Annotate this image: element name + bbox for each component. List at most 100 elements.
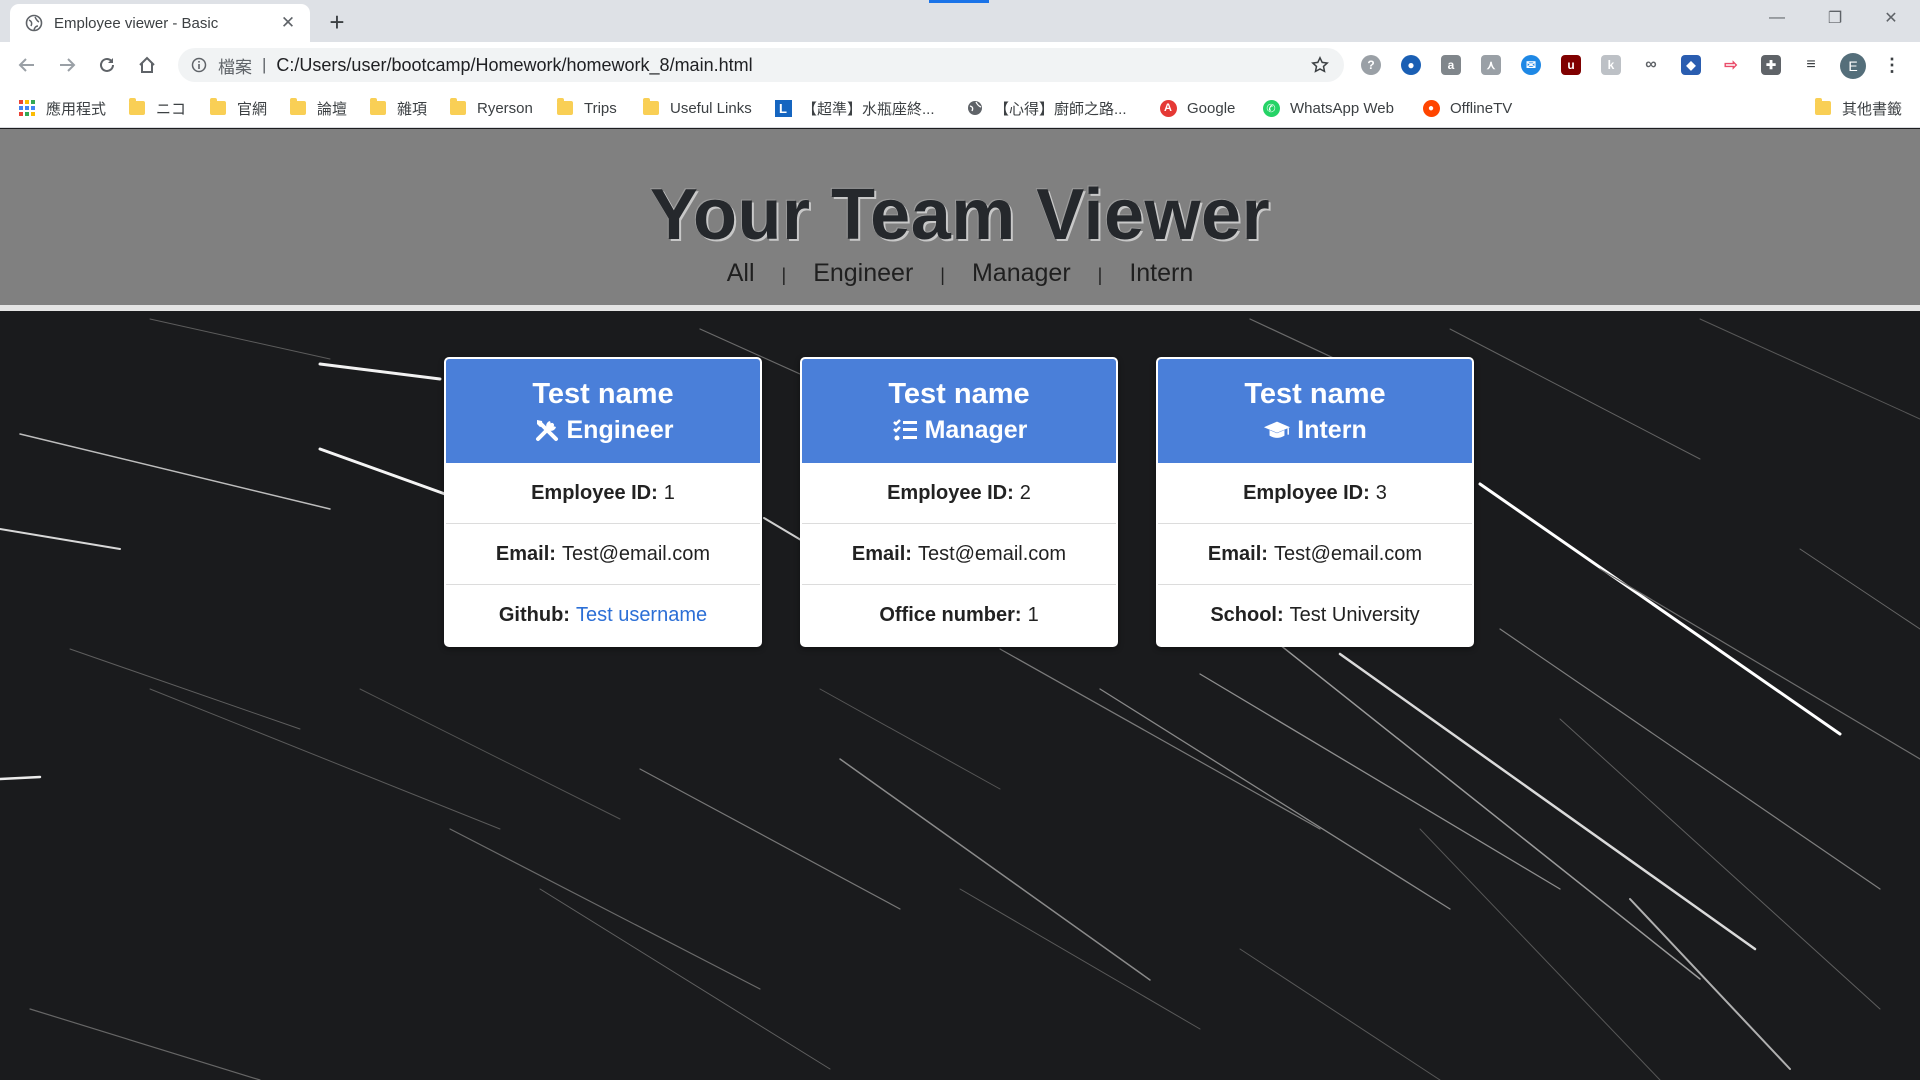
reddit-icon: ● bbox=[1422, 99, 1440, 117]
bookmark-google[interactable]: A Google bbox=[1159, 97, 1235, 119]
employee-name: Test name bbox=[1244, 378, 1386, 410]
help-extension-icon[interactable]: ? bbox=[1359, 53, 1383, 77]
field-value: 3 bbox=[1375, 481, 1387, 504]
nav-engineer-link[interactable]: Engineer bbox=[813, 259, 913, 288]
back-arrow-icon bbox=[18, 58, 34, 72]
folder-icon bbox=[449, 98, 467, 117]
folder-icon bbox=[289, 98, 307, 117]
forward-button[interactable] bbox=[51, 49, 83, 81]
graduation-cap-icon bbox=[1263, 416, 1291, 444]
field-value: 2 bbox=[1019, 481, 1031, 504]
restore-window-button[interactable]: ❐ bbox=[1806, 0, 1864, 36]
page-viewport: Your Team Viewer All | Engineer | Manage… bbox=[0, 129, 1920, 1080]
field-value: 1 bbox=[663, 481, 675, 504]
back-button[interactable] bbox=[11, 49, 43, 81]
minimize-window-button[interactable]: — bbox=[1748, 0, 1806, 36]
nav-manager-link[interactable]: Manager bbox=[972, 259, 1071, 288]
employee-card-manager: Test name Manager Employee ID: 2 Email: Te… bbox=[800, 357, 1118, 647]
employee-name: Test name bbox=[532, 378, 674, 410]
active-tab[interactable]: Employee viewer - Basic ✕ bbox=[10, 4, 310, 42]
folder-icon bbox=[642, 98, 660, 117]
bag-extension-icon[interactable]: a bbox=[1439, 53, 1463, 77]
folder-icon bbox=[209, 98, 227, 117]
browser-toolbar: 檔案 | C:/Users/user/bootcamp/Homework/hom… bbox=[0, 42, 1920, 88]
bookmark-folder-useful-links[interactable]: Useful Links bbox=[642, 97, 752, 119]
reload-button[interactable] bbox=[91, 49, 123, 81]
bookmark-label: 【心得】廚師之路... bbox=[994, 100, 1127, 118]
bookmark-chef[interactable]: 【心得】廚師之路... bbox=[966, 97, 1127, 119]
globe-icon bbox=[966, 99, 984, 117]
nav-all-link[interactable]: All bbox=[727, 259, 755, 288]
email-row: Email: Test@email.com bbox=[446, 524, 760, 585]
bookmark-folder-official[interactable]: 官網 bbox=[209, 97, 267, 119]
bookmark-folder-misc[interactable]: 雜項 bbox=[369, 97, 427, 119]
github-link[interactable]: Test username bbox=[576, 604, 707, 627]
site-info-icon[interactable] bbox=[190, 56, 208, 74]
close-tab-icon[interactable]: ✕ bbox=[278, 13, 298, 33]
bookmark-label: Ryerson bbox=[477, 99, 533, 117]
close-window-button[interactable]: ✕ bbox=[1862, 0, 1920, 36]
field-value: Test@email.com bbox=[1273, 542, 1423, 565]
bookmark-folder-ryerson[interactable]: Ryerson bbox=[449, 97, 533, 119]
github-row: Github: Test username bbox=[446, 585, 760, 645]
office-number-row: Office number: 1 bbox=[802, 585, 1116, 645]
employee-id-row: Employee ID: 2 bbox=[802, 463, 1116, 524]
bookmark-label: WhatsApp Web bbox=[1290, 99, 1394, 117]
bookmarks-bar: 應用程式 ニコ 官網 論壇 雜項 Ryerson Trips Useful Li… bbox=[0, 88, 1920, 128]
translate-extension-icon[interactable]: k bbox=[1599, 53, 1623, 77]
shield-extension-icon[interactable]: ◆ bbox=[1679, 53, 1703, 77]
page-header: Your Team Viewer All | Engineer | Manage… bbox=[0, 129, 1920, 311]
pdf-extension-icon[interactable]: ⋏ bbox=[1479, 53, 1503, 77]
employee-role-label: Engineer bbox=[566, 416, 674, 444]
tab-strip-indicator bbox=[929, 0, 989, 3]
bookmark-label: 應用程式 bbox=[46, 100, 107, 118]
address-bar[interactable]: 檔案 | C:/Users/user/bootcamp/Homework/hom… bbox=[178, 48, 1344, 82]
reload-icon bbox=[100, 57, 114, 72]
mail-extension-icon[interactable]: ✉ bbox=[1519, 53, 1543, 77]
field-value: Test@email.com bbox=[561, 542, 711, 565]
field-value: Test University bbox=[1289, 604, 1420, 626]
ublock-extension-icon[interactable]: u bbox=[1559, 53, 1583, 77]
cast-extension-icon[interactable]: ⇨ bbox=[1719, 53, 1743, 77]
bookmark-label: 雜項 bbox=[397, 100, 428, 118]
tab-strip: Employee viewer - Basic ✕ + — ❐ ✕ bbox=[0, 0, 1920, 42]
employee-role-label: Intern bbox=[1297, 416, 1367, 444]
field-label: Employee ID: bbox=[1243, 481, 1370, 504]
bookmark-label: Trips bbox=[584, 99, 617, 117]
field-label: Github: bbox=[498, 604, 570, 626]
employee-card-engineer: Test name Engineer Employee ID: 1 Email: T… bbox=[444, 357, 762, 647]
bookmark-folder-other[interactable]: 其他書籤 bbox=[1814, 97, 1902, 119]
bookmark-label: 論壇 bbox=[317, 100, 348, 118]
employee-id-row: Employee ID: 3 bbox=[1158, 463, 1472, 524]
nav-intern-link[interactable]: Intern bbox=[1129, 259, 1193, 288]
home-button[interactable] bbox=[131, 49, 163, 81]
tools-icon bbox=[533, 416, 561, 444]
bookmark-folder-trips[interactable]: Trips bbox=[556, 97, 617, 119]
field-label: Email: bbox=[1207, 542, 1268, 565]
bookmark-star-icon[interactable] bbox=[1308, 53, 1332, 77]
field-label: Employee ID: bbox=[887, 481, 1014, 504]
bookmark-aquarius[interactable]: L 【超準】水瓶座終... bbox=[774, 97, 935, 119]
infinity-extension-icon[interactable]: ∞ bbox=[1639, 53, 1663, 77]
bookmark-apps[interactable]: 應用程式 bbox=[18, 97, 106, 119]
profile-avatar[interactable]: E bbox=[1840, 53, 1866, 79]
puzzle-extensions-icon[interactable]: ✚ bbox=[1759, 53, 1783, 77]
bookmark-offlinetv[interactable]: ● OfflineTV bbox=[1422, 97, 1512, 119]
new-tab-button[interactable]: + bbox=[322, 8, 352, 38]
employee-role-label: Manager bbox=[924, 416, 1028, 444]
bookmark-folder-niko[interactable]: ニコ bbox=[128, 97, 186, 119]
bookmark-label: OfflineTV bbox=[1450, 99, 1513, 117]
bookmark-folder-forum[interactable]: 論壇 bbox=[289, 97, 347, 119]
tab-title: Employee viewer - Basic bbox=[54, 14, 219, 32]
bookmark-whatsapp[interactable]: ✆ WhatsApp Web bbox=[1262, 97, 1394, 119]
globe-extension-icon[interactable]: ● bbox=[1399, 53, 1423, 77]
employee-role: Intern bbox=[1158, 413, 1472, 447]
nav-separator: | bbox=[781, 265, 787, 285]
whatsapp-icon: ✆ bbox=[1262, 99, 1280, 117]
menu-kebab-icon[interactable]: ⋮ bbox=[1880, 53, 1904, 77]
url-text[interactable]: C:/Users/user/bootcamp/Homework/homework… bbox=[276, 55, 1308, 76]
folder-icon bbox=[369, 98, 387, 117]
site-l-icon: L bbox=[774, 99, 792, 117]
media-queue-icon[interactable]: ≡ bbox=[1799, 53, 1823, 77]
field-label: Email: bbox=[495, 542, 556, 565]
